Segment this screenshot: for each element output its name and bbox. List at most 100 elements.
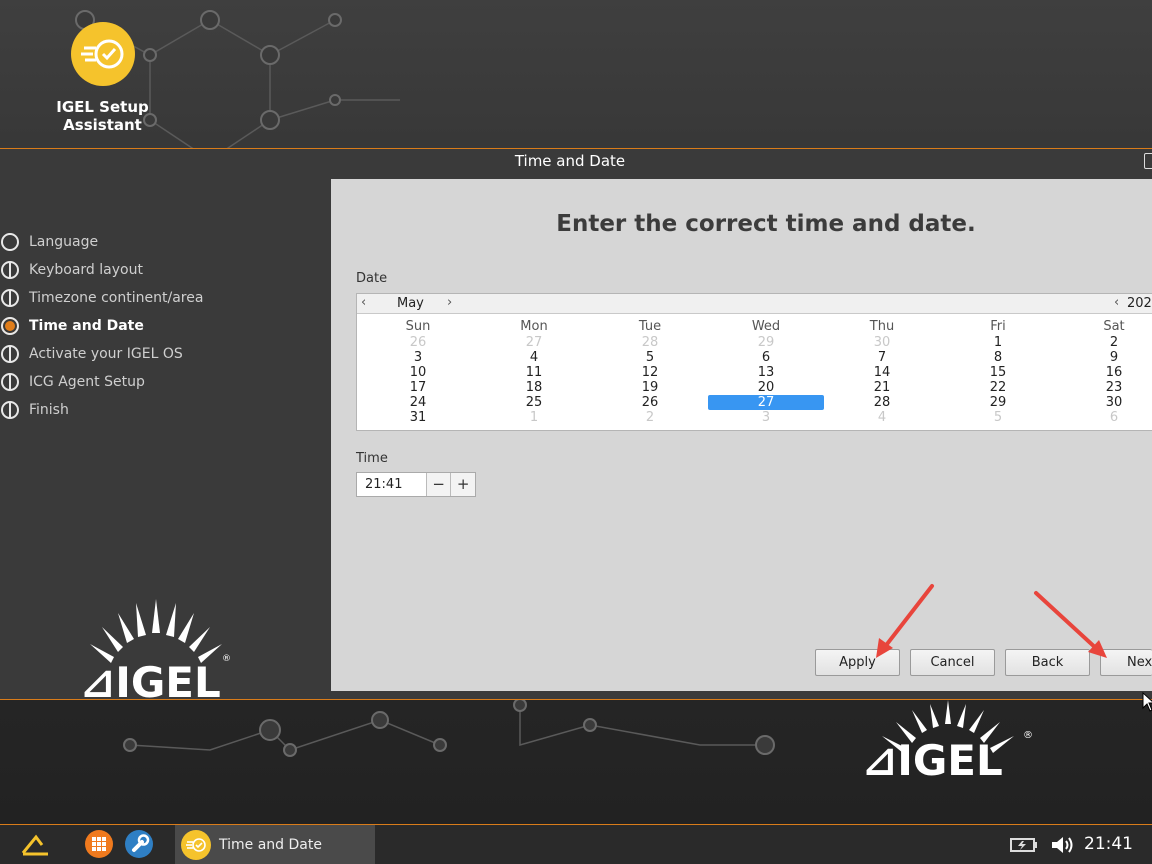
chevron-left-icon[interactable]: ‹ (361, 295, 366, 310)
weekday-header: Fri (990, 319, 1006, 334)
calendar-day[interactable]: 26 (592, 395, 708, 410)
calendar-day[interactable]: 26 (360, 335, 476, 350)
time-input[interactable]: 21:41 (357, 473, 426, 496)
window-title: Time and Date (514, 152, 626, 170)
step-dot (1, 261, 19, 279)
calendar-day[interactable]: 27 (476, 335, 592, 350)
calendar-day[interactable]: 16 (1056, 365, 1152, 380)
step-dot (1, 289, 19, 307)
svg-text:⊿IGEL: ⊿IGEL (80, 658, 221, 707)
calendar-day[interactable]: 17 (360, 380, 476, 395)
setup-assistant-badge[interactable]: IGEL Setup Assistant (50, 20, 155, 134)
battery-icon[interactable] (1010, 837, 1038, 853)
step-label: Timezone continent/area (29, 290, 204, 306)
weekday-header: Wed (751, 319, 781, 334)
calendar-day[interactable]: 31 (360, 410, 476, 425)
year-prev-icon[interactable]: ‹ (1114, 295, 1119, 310)
calendar-month: May (397, 296, 424, 311)
step-finish: Finish (0, 399, 69, 421)
calendar-day[interactable]: 21 (824, 380, 940, 395)
weekday-header: Tue (638, 319, 662, 334)
calendar-column-thu: Thu 30 7 14 21 28 4 (824, 319, 940, 425)
calendar-day[interactable]: 9 (1056, 350, 1152, 365)
calendar-day[interactable]: 5 (592, 350, 708, 365)
step-label: Finish (29, 402, 69, 418)
calendar-day[interactable]: 29 (708, 335, 824, 350)
taskbar-task-label: Time and Date (219, 837, 322, 853)
calendar-day[interactable]: 7 (824, 350, 940, 365)
calendar-day[interactable]: 11 (476, 365, 592, 380)
step-label: Language (29, 234, 99, 250)
time-decrement-button[interactable]: − (425, 473, 451, 496)
calendar-day[interactable]: 1 (476, 410, 592, 425)
step-activate-igel-os: Activate your IGEL OS (0, 343, 183, 365)
calendar-column-fri: Fri 1 8 15 22 29 5 (940, 319, 1056, 425)
apply-button[interactable]: Apply (815, 649, 900, 676)
calendar-day[interactable]: 29 (940, 395, 1056, 410)
time-spinner: 21:41 − + (356, 472, 476, 497)
calendar-day[interactable]: 2 (592, 410, 708, 425)
calendar-day[interactable]: 8 (940, 350, 1056, 365)
calendar-day[interactable]: 30 (824, 335, 940, 350)
calendar-day[interactable]: 6 (708, 350, 824, 365)
calendar-day[interactable]: 3 (708, 410, 824, 425)
calendar-day[interactable]: 20 (708, 380, 824, 395)
wrench-icon[interactable] (125, 830, 153, 858)
next-button[interactable]: Nex (1100, 649, 1152, 676)
calendar-column-sat: Sat 2 9 16 23 30 6 (1056, 319, 1152, 425)
calendar-day[interactable]: 4 (824, 410, 940, 425)
time-label: Time (356, 451, 388, 466)
taskbar-task-time-and-date[interactable]: Time and Date (175, 825, 375, 864)
svg-text:⊿IGEL: ⊿IGEL (862, 736, 1003, 785)
calendar-day[interactable]: 25 (476, 395, 592, 410)
calendar-day[interactable]: 5 (940, 410, 1056, 425)
checkmark-speed-icon (181, 830, 211, 860)
volume-icon[interactable] (1050, 834, 1076, 856)
igel-start-icon[interactable] (20, 833, 50, 857)
calendar-day[interactable]: 6 (1056, 410, 1152, 425)
calendar-day[interactable]: 19 (592, 380, 708, 395)
calendar-day[interactable]: 24 (360, 395, 476, 410)
calendar-day[interactable]: 10 (360, 365, 476, 380)
calendar-day[interactable]: 18 (476, 380, 592, 395)
calendar-day[interactable]: 3 (360, 350, 476, 365)
step-label: ICG Agent Setup (29, 374, 145, 390)
chevron-right-icon[interactable]: › (447, 295, 452, 310)
calendar-day[interactable]: 28 (824, 395, 940, 410)
svg-text:®: ® (222, 654, 231, 664)
taskbar-clock[interactable]: 21:41 (1084, 834, 1133, 854)
calendar-day[interactable]: 1 (940, 335, 1056, 350)
calendar-day[interactable]: 23 (1056, 380, 1152, 395)
weekday-header: Mon (520, 319, 548, 334)
calendar-day[interactable]: 30 (1056, 395, 1152, 410)
calendar-column-mon: Mon 27 4 11 18 25 1 (476, 319, 592, 425)
calendar-day[interactable]: 13 (708, 365, 824, 380)
calendar-day[interactable]: 28 (592, 335, 708, 350)
back-button[interactable]: Back (1005, 649, 1090, 676)
time-increment-button[interactable]: + (450, 473, 475, 496)
step-dot (1, 373, 19, 391)
window-restore-icon[interactable] (1144, 153, 1152, 169)
calendar-day-selected[interactable]: 27 (708, 395, 824, 410)
calendar-header: ‹ May › ‹ 202 (357, 294, 1152, 314)
step-time-and-date: Time and Date (0, 315, 144, 337)
badge-label: IGEL Setup Assistant (50, 98, 155, 134)
calendar-day[interactable]: 15 (940, 365, 1056, 380)
step-dot-active (1, 317, 19, 335)
step-dot (1, 345, 19, 363)
badge-label-line2: Assistant (63, 116, 142, 134)
calendar[interactable]: ‹ May › ‹ 202 Sun 26 3 10 17 24 31 Mon 2… (356, 293, 1152, 431)
calendar-day[interactable]: 22 (940, 380, 1056, 395)
cancel-button[interactable]: Cancel (910, 649, 995, 676)
content-panel: Enter the correct time and date. Date ‹ … (331, 179, 1152, 691)
apps-grid-icon[interactable] (85, 830, 113, 858)
step-label: Activate your IGEL OS (29, 346, 183, 362)
weekday-header: Thu (869, 319, 895, 334)
calendar-day[interactable]: 14 (824, 365, 940, 380)
step-timezone: Timezone continent/area (0, 287, 203, 309)
step-keyboard-layout: Keyboard layout (0, 259, 143, 281)
calendar-day[interactable]: 4 (476, 350, 592, 365)
calendar-day[interactable]: 2 (1056, 335, 1152, 350)
steps-sidebar: Language Keyboard layout Timezone contin… (0, 179, 331, 707)
calendar-day[interactable]: 12 (592, 365, 708, 380)
